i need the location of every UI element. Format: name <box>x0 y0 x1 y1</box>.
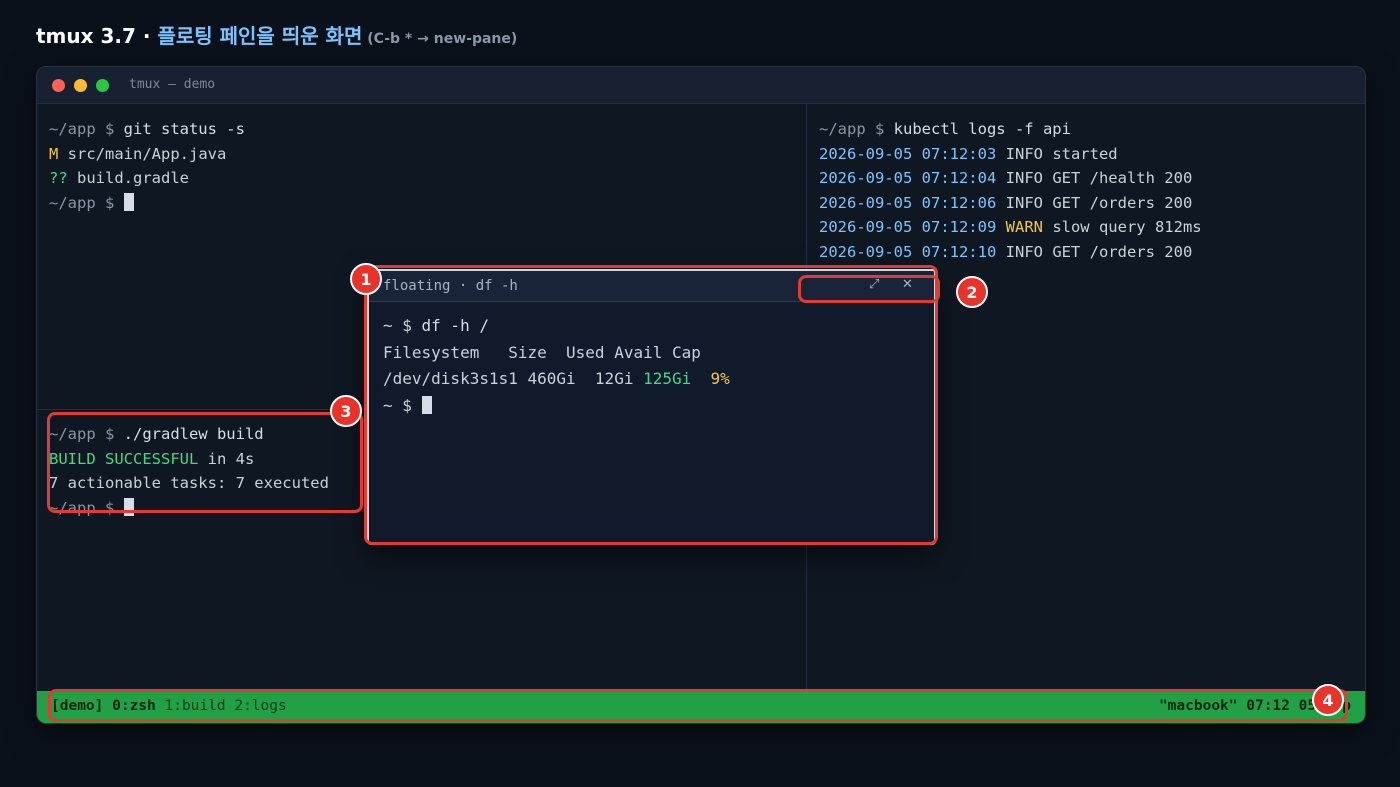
window-title: tmux — demo <box>129 77 216 92</box>
log-line: 2026-09-05 07:12:10 INFO GET /orders 200 <box>819 240 1202 265</box>
log-line: 2026-09-05 07:12:03 INFO started <box>819 142 1202 167</box>
page-title: tmux 3.7 · 플로팅 페인을 띄운 화면 (C-b * → new-pa… <box>36 20 517 49</box>
shell-command: git status -s <box>123 120 245 138</box>
log-timestamp: 2026-09-05 07:12:09 <box>819 218 997 237</box>
title-prefix: tmux 3.7 · <box>36 24 158 48</box>
callout-badge-4: 4 <box>1312 684 1344 716</box>
pane-line: M src/main/App.java <box>49 142 245 167</box>
callout-badge-3: 3 <box>330 395 362 427</box>
pane-kubectl-logs[interactable]: ~/app $ kubectl logs -f api 2026-09-05 07… <box>819 117 1202 265</box>
pane-line: ~/app $ git status -s <box>49 117 245 142</box>
git-status-code: M <box>49 144 59 163</box>
pane-line: ~/app $ kubectl logs -f api <box>819 117 1202 142</box>
log-message: started <box>1042 144 1118 163</box>
log-message: slow query 812ms <box>1042 218 1202 237</box>
callout-badge-2: 2 <box>956 276 988 308</box>
shell-prompt: ~/app $ <box>49 120 124 138</box>
log-line: 2026-09-05 07:12:04 INFO GET /health 200 <box>819 166 1202 191</box>
log-level-warn: WARN <box>1005 218 1043 237</box>
shell-prompt: ~/app $ <box>49 193 124 212</box>
zoom-window-button[interactable] <box>96 79 109 92</box>
log-timestamp: 2026-09-05 07:12:04 <box>819 169 997 188</box>
log-message: GET /orders 200 <box>1042 193 1193 212</box>
shell-command: kubectl logs -f api <box>893 120 1071 138</box>
text-cursor <box>123 192 134 211</box>
log-level: INFO <box>1005 193 1043 212</box>
log-level: INFO <box>1005 169 1043 188</box>
log-level: INFO <box>1005 144 1043 163</box>
pane-git-status[interactable]: ~/app $ git status -s M src/main/App.java… <box>49 117 245 215</box>
log-timestamp: 2026-09-05 07:12:06 <box>819 193 997 212</box>
callout-box-status-bar <box>48 689 1348 722</box>
title-hint: (C-b * → new-pane) <box>362 31 518 47</box>
pane-line: ?? build.gradle <box>49 166 245 191</box>
log-timestamp: 2026-09-05 07:12:03 <box>819 144 997 163</box>
log-message: GET /health 200 <box>1042 169 1193 188</box>
close-window-button[interactable] <box>52 79 65 92</box>
log-timestamp: 2026-09-05 07:12:10 <box>819 242 997 261</box>
callout-badge-1: 1 <box>350 263 382 295</box>
git-file: build.gradle <box>67 169 189 188</box>
git-file: src/main/App.java <box>58 144 227 163</box>
log-level: INFO <box>1005 242 1043 261</box>
title-main: 플로팅 페인을 띄운 화면 <box>157 24 363 48</box>
window-titlebar: tmux — demo <box>37 67 1365 104</box>
callout-box-pane-buttons <box>798 275 940 303</box>
git-status-code: ?? <box>49 169 68 188</box>
pane-line: ~/app $ <box>49 191 245 216</box>
minimize-window-button[interactable] <box>74 79 87 92</box>
log-line: 2026-09-05 07:12:06 INFO GET /orders 200 <box>819 191 1202 216</box>
shell-prompt: ~/app $ <box>819 120 894 138</box>
callout-box-build-pane <box>47 412 363 513</box>
callout-box-floating-pane <box>364 265 938 545</box>
log-line: 2026-09-05 07:12:09 WARN slow query 812m… <box>819 215 1202 240</box>
log-message: GET /orders 200 <box>1042 242 1193 261</box>
